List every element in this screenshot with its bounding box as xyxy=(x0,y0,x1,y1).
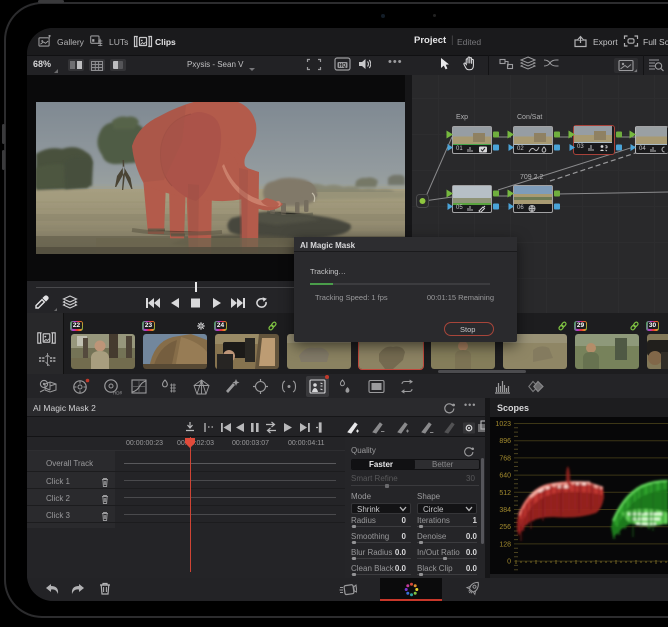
svg-text:896: 896 xyxy=(499,438,511,445)
svg-text:512: 512 xyxy=(499,490,511,497)
svg-text:1023: 1023 xyxy=(495,421,511,428)
svg-text:384: 384 xyxy=(499,507,511,514)
svg-text:HDR: HDR xyxy=(113,391,122,396)
svg-text:768: 768 xyxy=(499,455,511,462)
svg-text:256: 256 xyxy=(499,524,511,531)
svg-text:0: 0 xyxy=(507,559,511,566)
svg-text:HQ: HQ xyxy=(339,63,347,69)
svg-text:640: 640 xyxy=(499,473,511,480)
svg-text:128: 128 xyxy=(499,541,511,548)
